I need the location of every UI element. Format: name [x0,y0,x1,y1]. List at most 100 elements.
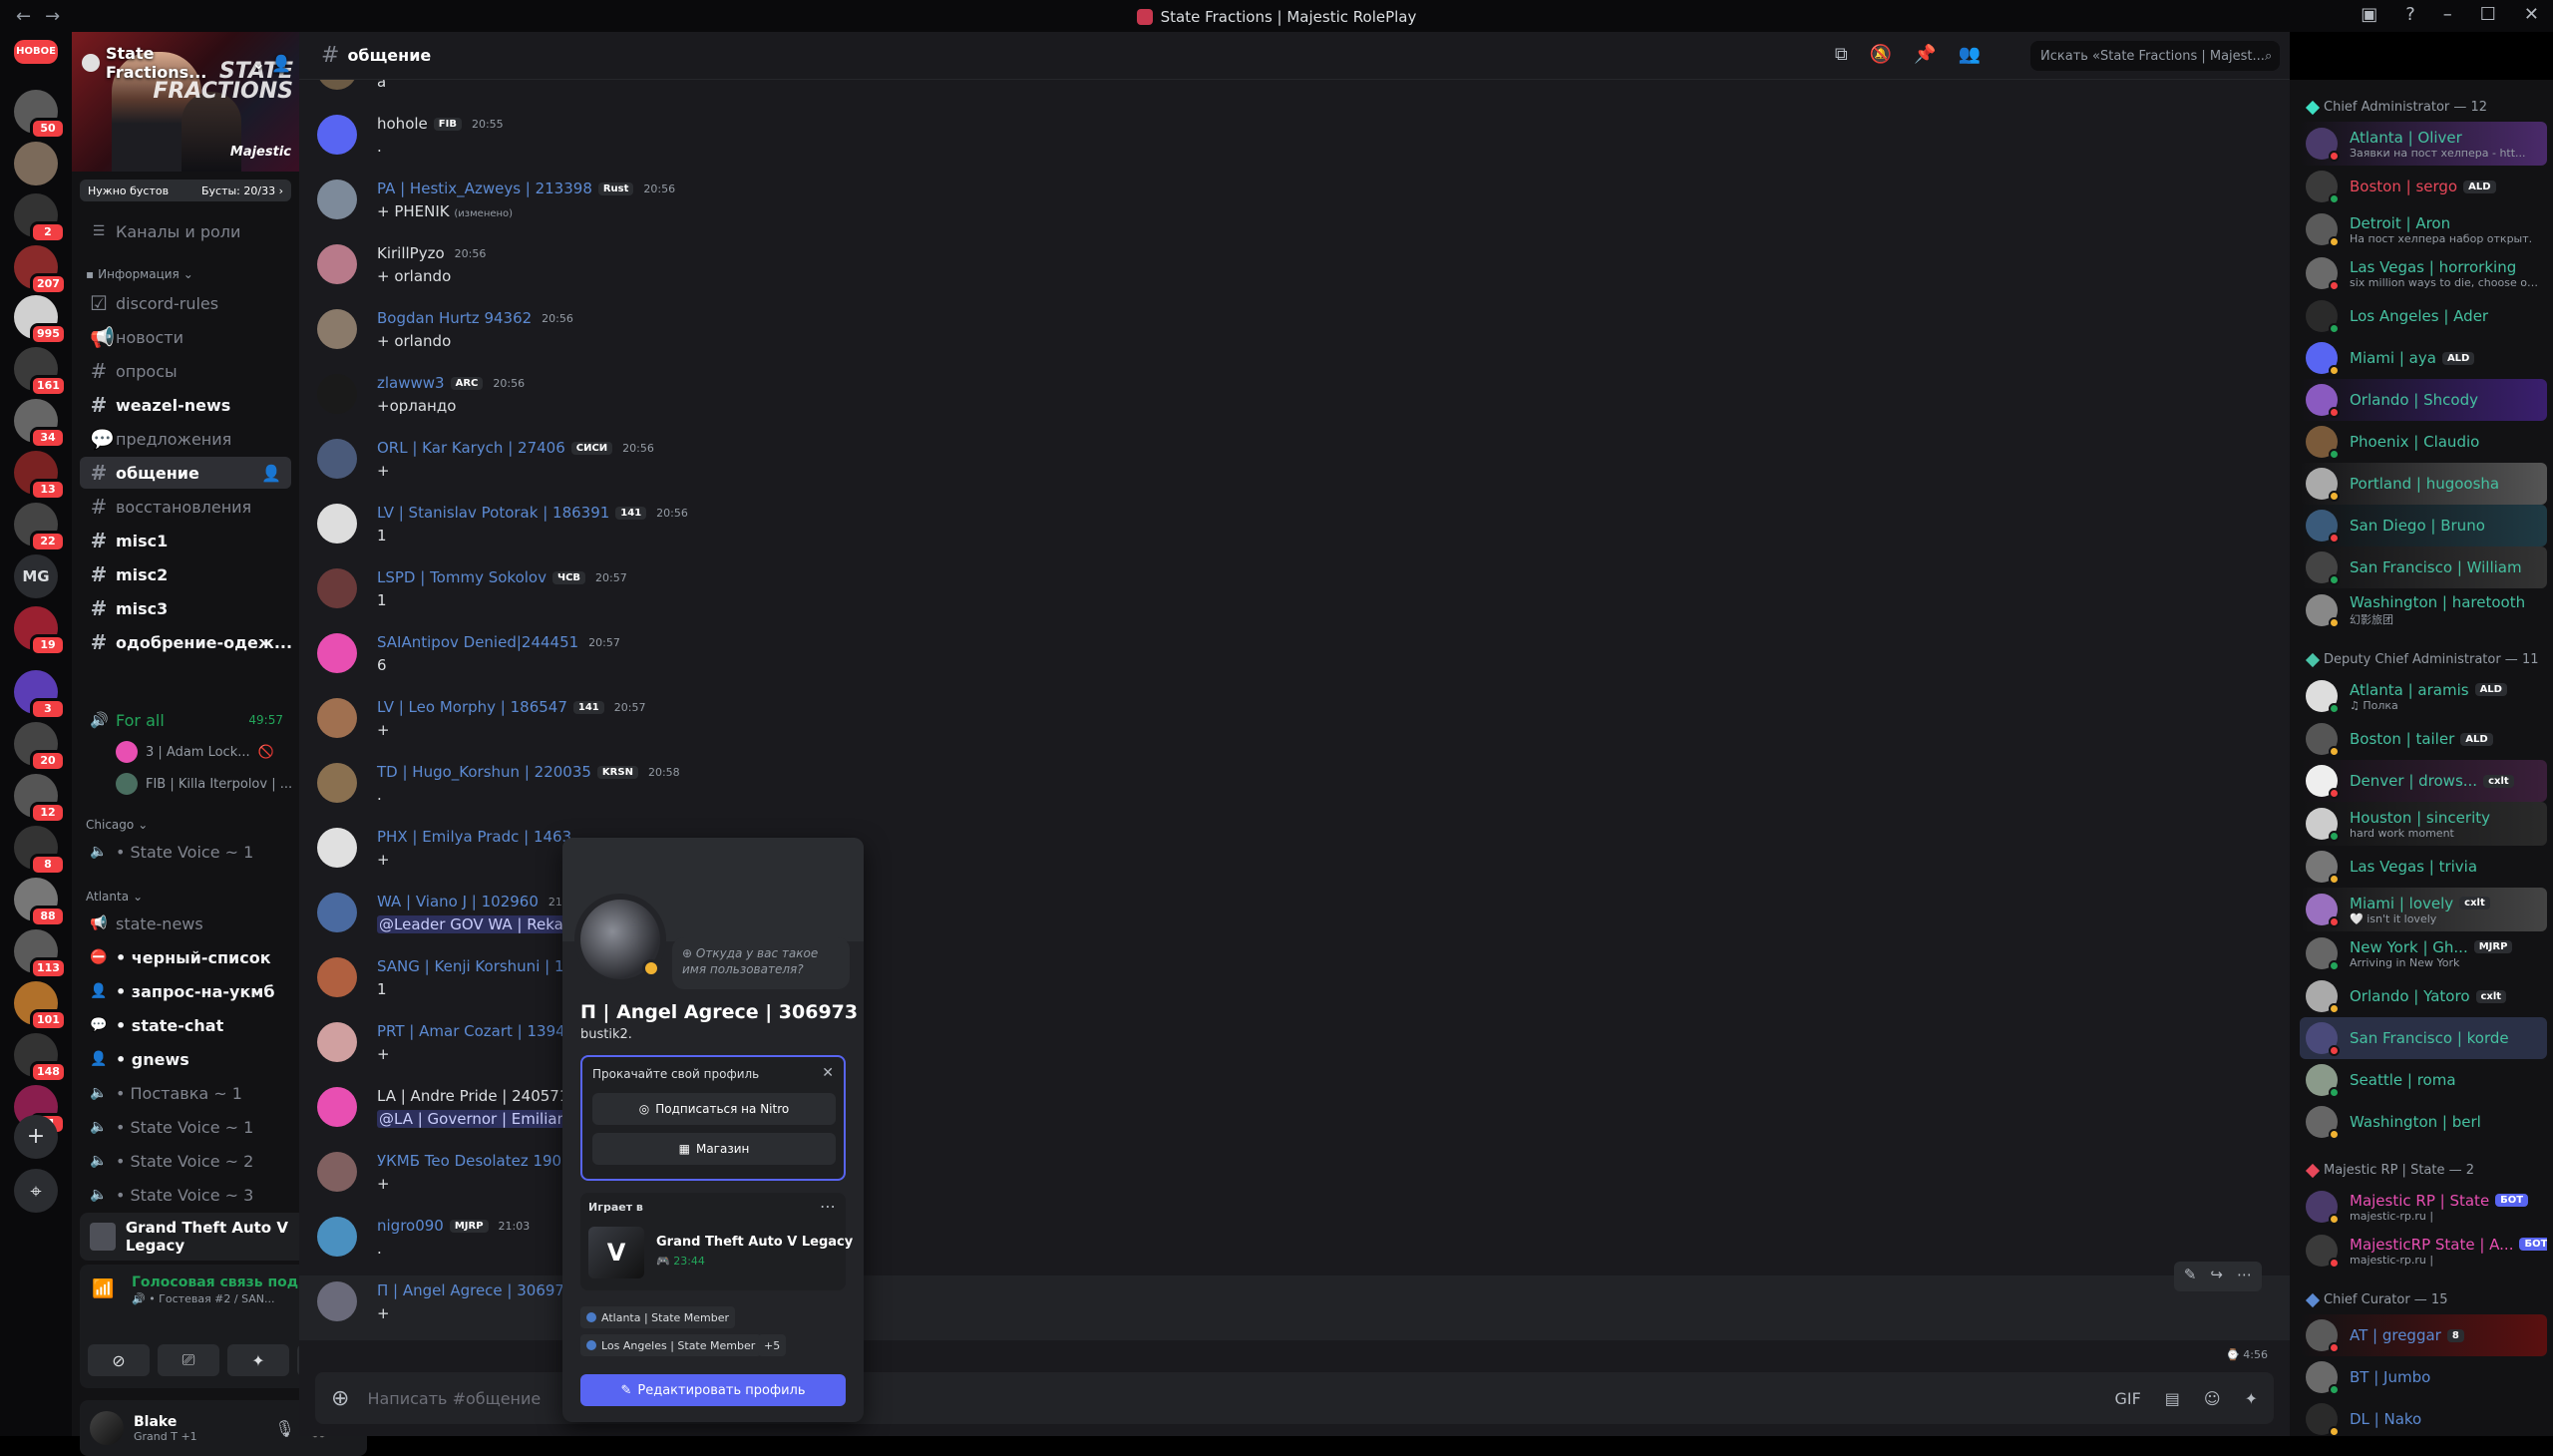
edit-profile-button[interactable]: ✎ Редактировать профиль [580,1374,846,1406]
voice-channel-info[interactable]: 🔊 • Гостевая #2 / SAN... [132,1292,275,1305]
avatar[interactable] [317,1087,357,1127]
member-item[interactable]: New York | Gh... MJRP Arriving in New York [2300,931,2547,975]
member-item[interactable]: AT | greggar 8 [2300,1314,2547,1356]
edit-icon[interactable]: ✎ [2184,1266,2197,1287]
channel-10[interactable]: #одобрение-одеж...1 [80,626,291,658]
atlanta-channel-1[interactable]: ⛔ • черный-список [80,941,291,973]
atlanta-channel-3[interactable]: 💬 • state-chat [80,1009,291,1041]
plus-icon[interactable]: ⊕ [331,1386,349,1411]
search-input[interactable]: Искать «State Fractions | Majest... ⌕ [2030,41,2280,71]
apps-icon[interactable]: ✦ [2245,1389,2258,1408]
activities-button[interactable]: ✦ [227,1344,289,1376]
message[interactable]: KirillPyzo 20:56 + orlando [299,238,2290,303]
author-name[interactable]: PA | Hestix_Azweys | 213398 [377,180,592,197]
avatar[interactable] [317,80,357,90]
add-server-icon[interactable]: + [14,1115,58,1159]
playing-card[interactable]: Играет в ⋯ V Grand Theft Auto V Legacy 🎮… [580,1193,853,1290]
members-icon[interactable]: 👥 [1959,44,1981,65]
message[interactable]: ORL | Kar Karych | 27406 СИСИ 20:56 + [299,433,2290,498]
avatar[interactable] [317,633,357,673]
member-item[interactable]: Atlanta | Oliver Заявки на пост хелпера -… [2300,122,2547,166]
avatar[interactable] [317,763,357,803]
avatar[interactable] [317,374,357,414]
reply-icon[interactable]: ↪ [2210,1266,2223,1287]
channel-8[interactable]: # misc2 [80,558,291,590]
channel-0[interactable]: ☑ discord-rules [80,287,291,319]
avatar[interactable] [317,568,357,608]
author-name[interactable]: KirillPyzo [377,244,445,262]
more-icon[interactable]: ⋯ [2237,1266,2252,1287]
pin-icon[interactable]: 📌 [1914,44,1936,65]
atlanta-channel-0[interactable]: 📢 state-news [80,908,291,939]
member-item[interactable]: Portland | hugoosha [2300,463,2547,505]
avatar[interactable] [317,439,357,479]
atlanta-channel-4[interactable]: 👤 • gnews [80,1043,291,1075]
server-banner[interactable]: STATE FRACTIONS Majestic State Fractions… [72,32,299,172]
author-name[interactable]: УКМБ Teo Desolatez 19008 [377,1152,580,1170]
category-atlanta[interactable]: Atlanta ⌄ [86,890,143,904]
author-name[interactable]: hohole [377,115,428,133]
channel-4[interactable]: 💬 предложения [80,423,291,455]
author-name[interactable]: Bogdan Hurtz 94362 [377,309,532,327]
voice-channel-for-all[interactable]: 🔊 For all 49:57 [80,704,291,736]
member-item[interactable]: Detroit | Aron На пост хелпера набор откр… [2300,207,2547,251]
emoji-icon[interactable]: ☺ [2204,1389,2221,1408]
author-name[interactable]: WA | Viano J | 102960 [377,893,539,910]
member-item[interactable]: Los Angeles | Ader [2300,295,2547,337]
guild-icon[interactable] [14,142,58,185]
boost-bar[interactable]: Нужно бустов Бусты: 20/33 › [80,180,291,201]
author-name[interactable]: LV | Leo Morphy | 186547 [377,698,567,716]
member-item[interactable]: Orlando | Yatoro cxlt [2300,975,2547,1017]
author-name[interactable]: ORL | Kar Karych | 27406 [377,439,565,457]
member-item[interactable]: Las Vegas | horrorking six million ways t… [2300,251,2547,295]
discover-icon[interactable]: ⌖ [14,1169,58,1213]
atlanta-channel-2[interactable]: 👤 • запрос-на-укмб [80,975,291,1007]
bell-off-icon[interactable]: 🔕 [1870,44,1892,65]
channel-6[interactable]: # восстановления [80,491,291,523]
member-item[interactable]: BT | Jumbo [2300,1356,2547,1398]
author-name[interactable]: PHX | Emilya Pradc | 1463 [377,828,571,846]
role-chip[interactable]: Los Angeles | State Member [580,1334,762,1356]
voice-status[interactable]: Голосовая связь под [132,1274,298,1290]
nitro-subscribe-button[interactable]: ◎ Подписаться на Nitro [592,1093,836,1125]
shop-button[interactable]: ▦ Магазин [592,1133,836,1165]
member-item[interactable]: Miami | aya ALD [2300,337,2547,379]
author-name[interactable]: TD | Hugo_Korshun | 220035 [377,763,591,781]
author-name[interactable]: LSPD | Tommy Sokolov [377,568,547,586]
avatar[interactable] [317,957,357,997]
message[interactable]: hohole FIB 20:55. [299,109,2290,174]
author-name[interactable]: П | Angel Agrece | 306973 [377,1281,574,1299]
gift-icon[interactable]: GIF [2114,1389,2140,1408]
atlanta-channel-5[interactable]: 🔈 • Поставка ~ 1 [80,1077,291,1109]
add-user-icon[interactable]: 👤 [271,54,291,73]
channel-1[interactable]: 📢 новости [80,321,291,353]
avatar[interactable] [317,828,357,868]
avatar[interactable] [317,115,357,155]
member-item[interactable]: Washington | haretooth 幻影旅团 [2300,588,2547,632]
message[interactable]: SAIAntipov Denied|244451 20:57 6 [299,627,2290,692]
composer-input[interactable]: Написать #общение [367,1389,541,1408]
message[interactable]: LV | Leo Morphy | 186547 141 20:57 + [299,692,2290,757]
channel-2[interactable]: # опросы [80,355,291,387]
avatar[interactable] [317,1152,357,1192]
more-roles-chip[interactable]: +5 [758,1334,787,1356]
channel-5[interactable]: # общение 👤 [80,457,291,489]
help-icon[interactable]: ? [2405,4,2415,25]
avatar[interactable] [317,1217,357,1257]
author-name[interactable]: zlawww3 [377,374,445,392]
new-badge-guild[interactable]: НОВОЕ [14,40,58,64]
channel-7[interactable]: # misc1 [80,525,291,556]
message[interactable]: PA | Hestix_Azweys | 213398 Rust 20:56 + PH… [299,174,2290,238]
role-chip[interactable]: Atlanta | State Member [580,1306,736,1328]
member-item[interactable]: Miami | lovely cxlt 🤍 isn't it lovely [2300,888,2547,931]
voice-channel-chicago[interactable]: 🔈 • State Voice ~ 1 [80,836,291,868]
voice-user[interactable]: 3 | Adam Lock... 🚫 [116,738,274,766]
author-name[interactable]: nigro090 [377,1217,444,1235]
avatar[interactable] [317,504,357,544]
author-name[interactable]: SAIAntipov Denied|244451 [377,633,578,651]
avatar[interactable] [317,180,357,219]
avatar[interactable] [90,1411,124,1445]
signal-icon[interactable]: 📶 [92,1278,118,1304]
member-item[interactable]: MajesticRP State | A... БОТ majestic-rp.ru… [2300,1229,2547,1273]
member-item[interactable]: San Francisco | korde [2300,1017,2547,1059]
